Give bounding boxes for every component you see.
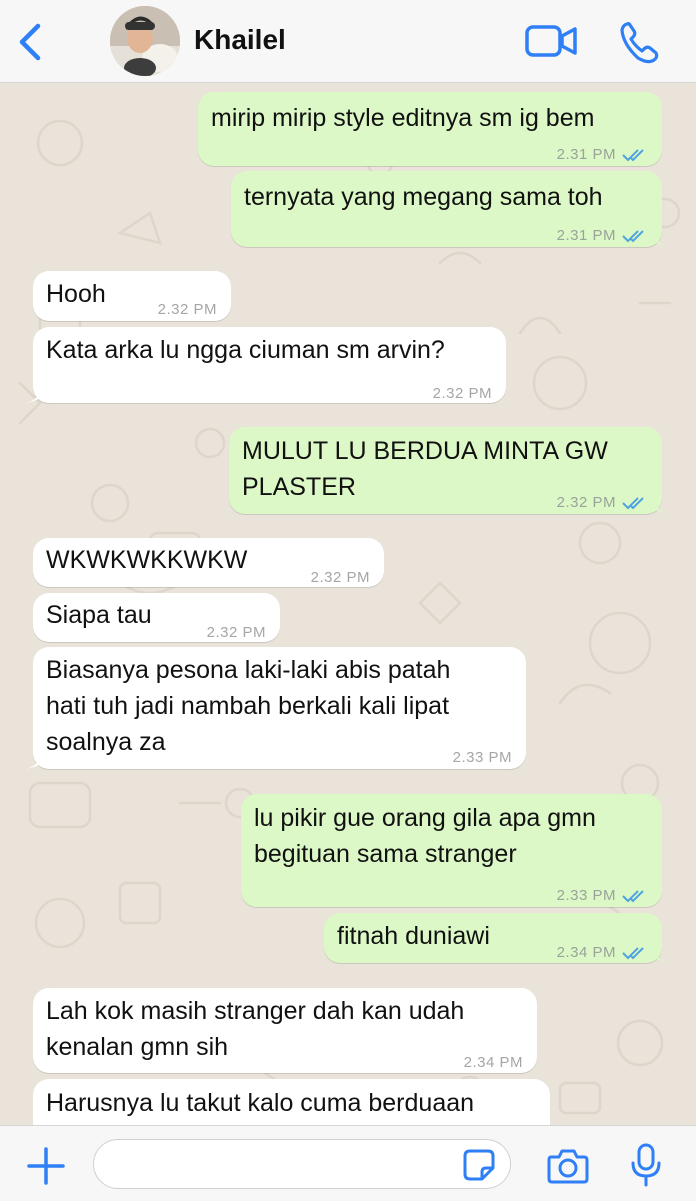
read-receipt-icon [622, 947, 644, 960]
message-time: 2.33 PM [556, 887, 616, 904]
message-text: MULUT LU BERDUA MINTA GW PLASTER [242, 437, 608, 501]
microphone-icon[interactable] [630, 1142, 662, 1188]
back-icon[interactable] [12, 20, 48, 64]
bubble-tail [653, 498, 669, 514]
message-bubble-outgoing[interactable]: ternyata yang megang sama toh 2.31 PM [231, 171, 669, 247]
message-time: 2.33 PM [452, 749, 512, 766]
message-bubble-incoming[interactable]: Biasanya pesona laki-laki abis patah hat… [26, 647, 526, 769]
message-text: Hooh [46, 280, 106, 308]
message-time: 2.34 PM [463, 1054, 523, 1071]
message-bubble-outgoing[interactable]: MULUT LU BERDUA MINTA GW PLASTER 2.32 PM [229, 427, 669, 514]
message-text: mirip mirip style editnya sm ig bem [211, 104, 595, 132]
message-meta: 2.33 PM [557, 878, 648, 914]
message-text: Lah kok masih stranger dah kan udah kena… [46, 997, 465, 1061]
message-text: Siapa tau [46, 601, 152, 629]
message-meta: 2.32 PM [207, 615, 266, 651]
message-time: 2.32 PM [556, 494, 616, 511]
chat-header: Khailel [0, 0, 696, 83]
message-meta: 2.33 PM [453, 740, 512, 776]
message-bubble-incoming[interactable]: WKWKWKKWKW 2.32 PM [33, 538, 384, 587]
read-receipt-icon [622, 230, 644, 243]
message-bubble-outgoing[interactable]: fitnah duniawi 2.34 PM [324, 913, 669, 963]
message-meta: 2.32 PM [557, 485, 648, 521]
message-time: 2.34 PM [556, 944, 616, 961]
message-input[interactable] [93, 1139, 511, 1189]
message-text: ternyata yang megang sama toh [244, 183, 603, 211]
bubble-tail [653, 947, 669, 963]
contact-name[interactable]: Khailel [194, 24, 286, 56]
message-bubble-incoming[interactable]: Lah kok masih stranger dah kan udah kena… [33, 988, 537, 1073]
message-time: 2.31 PM [556, 146, 616, 163]
message-time: 2.32 PM [310, 569, 370, 586]
camera-icon[interactable] [546, 1146, 590, 1186]
message-meta: 2.34 PM [557, 935, 648, 971]
message-list[interactable]: mirip mirip style editnya sm ig bem 2.31… [0, 83, 696, 1125]
message-bubble-outgoing[interactable]: mirip mirip style editnya sm ig bem 2.31… [198, 92, 662, 166]
message-meta: 2.31 PM [557, 137, 648, 173]
message-meta: 2.31 PM [557, 218, 648, 254]
bubble-tail [26, 753, 42, 769]
read-receipt-icon [622, 890, 644, 903]
bubble-tail [653, 231, 669, 247]
message-bubble-incoming[interactable]: Kata arka lu ngga ciuman sm arvin? 2.32 … [26, 327, 506, 403]
message-text: WKWKWKKWKW [46, 546, 248, 574]
read-receipt-icon [622, 149, 644, 162]
message-time: 2.32 PM [157, 301, 217, 318]
message-text: Harusnya lu takut kalo cuma berduaan [46, 1089, 475, 1117]
plus-icon[interactable] [26, 1146, 66, 1186]
bubble-tail [26, 387, 42, 403]
message-text: fitnah duniawi [337, 922, 490, 950]
avatar-photo [110, 6, 180, 76]
message-bubble-incoming[interactable]: Siapa tau 2.32 PM [33, 593, 280, 642]
message-bubble-outgoing[interactable]: lu pikir gue orang gila apa gmn begituan… [241, 794, 662, 907]
message-bubble-incoming[interactable]: Hooh 2.32 PM [33, 271, 231, 321]
phone-call-icon[interactable] [618, 20, 662, 64]
message-meta: 2.34 PM [464, 1045, 523, 1081]
message-text: Kata arka lu ngga ciuman sm arvin? [46, 336, 445, 364]
message-time: 2.32 PM [432, 385, 492, 402]
message-time: 2.31 PM [556, 227, 616, 244]
sticker-icon[interactable] [462, 1148, 496, 1182]
contact-avatar[interactable] [110, 6, 180, 76]
message-meta: 2.32 PM [311, 560, 370, 596]
message-meta: 2.32 PM [433, 376, 492, 412]
message-text: Biasanya pesona laki-laki abis patah hat… [46, 656, 451, 756]
message-time: 2.32 PM [206, 624, 266, 641]
message-meta: 2.32 PM [158, 292, 217, 328]
read-receipt-icon [622, 497, 644, 510]
message-text: lu pikir gue orang gila apa gmn begituan… [254, 804, 596, 868]
message-bubble-incoming[interactable]: Harusnya lu takut kalo cuma berduaan [33, 1079, 550, 1125]
video-call-icon[interactable] [524, 22, 578, 60]
composer-bar [0, 1125, 696, 1201]
